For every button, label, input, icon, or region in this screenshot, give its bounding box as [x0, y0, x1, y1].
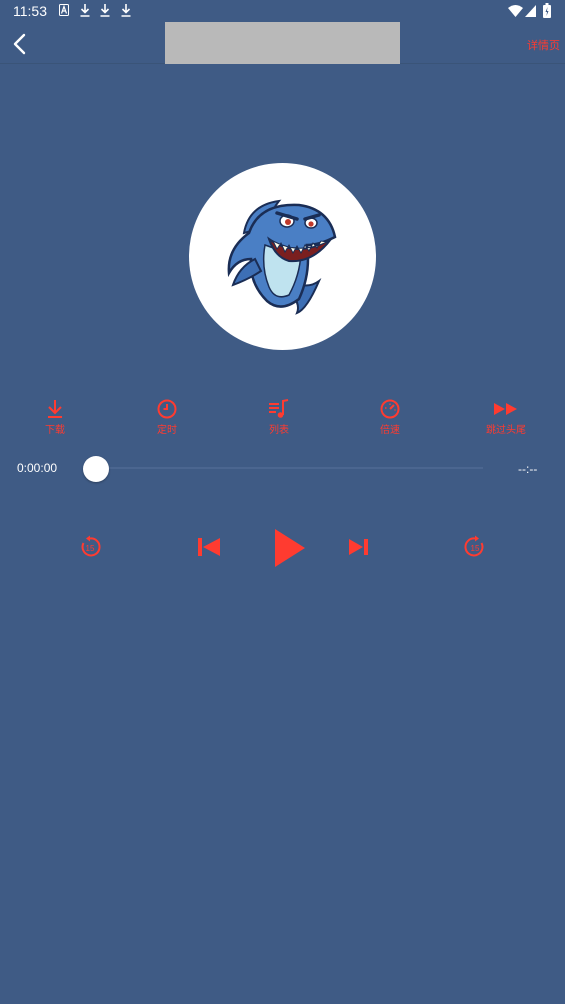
skip-next-icon	[349, 539, 368, 555]
battery-icon	[543, 3, 551, 18]
title-placeholder	[165, 22, 400, 64]
timer-button[interactable]: 定时	[137, 398, 197, 436]
status-time: 11:53	[13, 3, 47, 19]
status-bar: 11:53	[0, 0, 565, 24]
detail-page-link[interactable]: 详情页	[527, 37, 560, 53]
timer-label: 定时	[157, 425, 177, 436]
speed-button[interactable]: 倍速	[360, 398, 420, 436]
skip-intro-outro-button[interactable]: 跳过头尾	[476, 398, 536, 436]
fast-forward-icon	[494, 403, 517, 415]
shark-illustration	[227, 199, 337, 315]
clock-icon	[157, 399, 177, 419]
download-icon	[80, 4, 90, 17]
rewind-15-button[interactable]: 15	[78, 535, 102, 563]
playlist-button[interactable]: 列表	[249, 398, 309, 436]
forward-15-icon: 15	[464, 535, 484, 557]
replay-15-icon: 15	[81, 535, 101, 557]
playlist-label: 列表	[269, 425, 289, 436]
forward-seconds: 15	[471, 544, 480, 553]
signal-icon	[525, 5, 536, 17]
playlist-icon	[269, 399, 289, 418]
a-notification-icon	[59, 4, 69, 16]
progress-thumb[interactable]	[83, 456, 109, 482]
skip-previous-icon	[198, 538, 220, 556]
back-button[interactable]	[6, 28, 34, 60]
speedometer-icon	[380, 399, 400, 419]
speed-label: 倍速	[380, 425, 400, 436]
download-icon	[48, 400, 62, 418]
skip-intro-outro-label: 跳过头尾	[486, 425, 526, 436]
play-icon	[275, 529, 305, 567]
forward-15-button[interactable]: 15	[463, 535, 487, 563]
current-time: 0:00:00	[17, 461, 58, 475]
total-time: --:--	[518, 462, 538, 476]
next-button[interactable]	[348, 537, 370, 561]
download-icon	[121, 4, 131, 17]
wifi-icon	[508, 5, 523, 17]
previous-button[interactable]	[196, 535, 222, 563]
progress-track[interactable]	[96, 467, 483, 469]
chevron-left-icon	[13, 33, 26, 55]
play-button[interactable]	[273, 527, 307, 573]
album-cover	[189, 163, 376, 350]
download-button[interactable]: 下载	[25, 398, 85, 436]
download-label: 下载	[45, 425, 65, 436]
rewind-seconds: 15	[86, 544, 95, 553]
download-icon	[100, 4, 110, 17]
